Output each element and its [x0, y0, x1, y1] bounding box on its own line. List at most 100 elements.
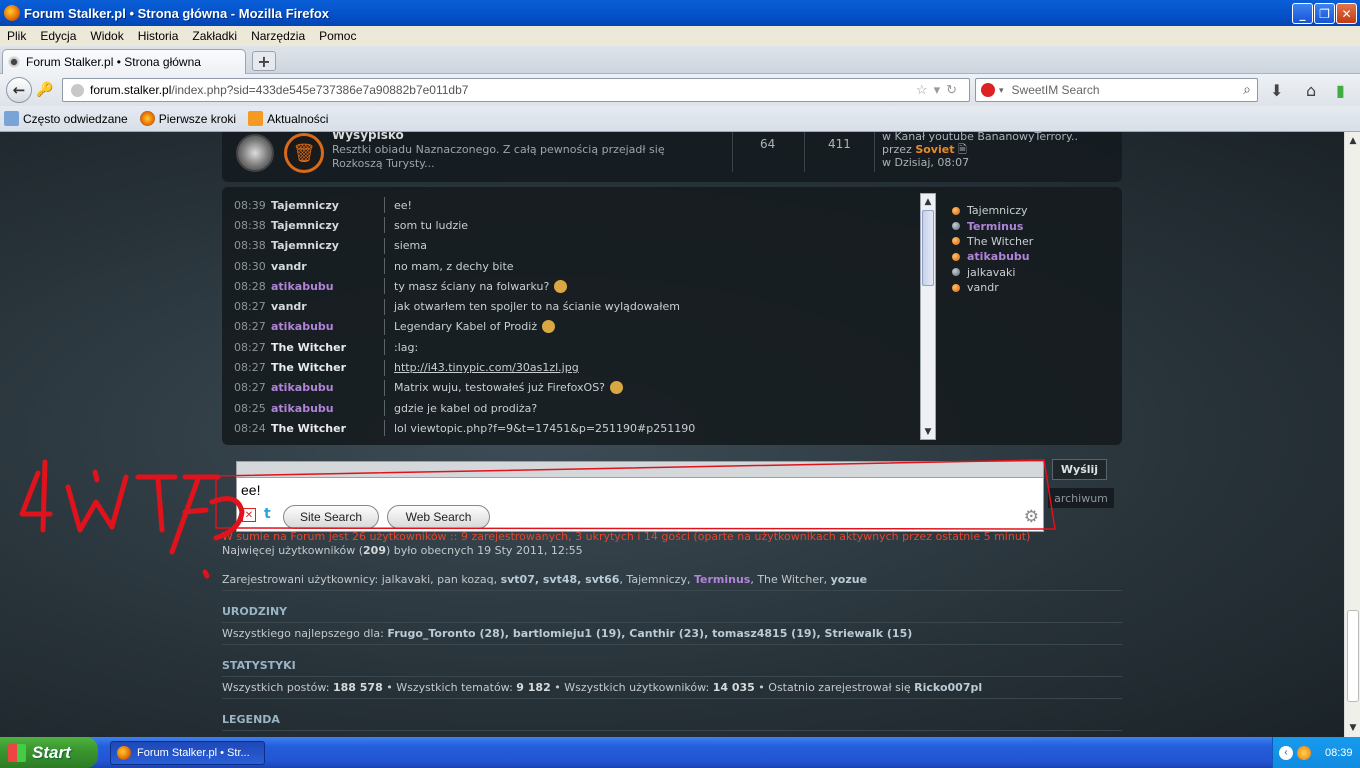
menu-item-zakladki[interactable]: Zakładki [185, 29, 244, 43]
divider [874, 132, 875, 172]
chat-username[interactable]: Tajemniczy [271, 199, 384, 212]
user-links[interactable]: svt07, svt48, svt66 [501, 573, 620, 586]
tab-forum-stalker[interactable]: Forum Stalker.pl • Strona główna [2, 49, 246, 74]
key-icon[interactable]: 🔑 [36, 82, 53, 98]
chat-username[interactable]: atikabubu [271, 320, 384, 333]
engine-dropdown-icon[interactable]: ▾ [999, 85, 1004, 96]
back-button[interactable]: ← [6, 77, 32, 103]
sweetim-engine-icon[interactable] [981, 83, 995, 97]
scroll-down-arrow-icon[interactable]: ▼ [1346, 721, 1360, 735]
chat-message: 08:24 The Witcher lol viewtopic.php?f=9&t=… [234, 418, 928, 438]
chat-time: 08:27 [234, 340, 266, 354]
send-button[interactable]: Wyślij [1052, 459, 1107, 480]
archive-link[interactable]: archiwum [1048, 488, 1114, 508]
user-link-terminus[interactable]: Terminus [694, 573, 750, 586]
popup-close-icon[interactable]: ✕ [242, 508, 256, 522]
chat-time: 08:30 [234, 259, 266, 273]
newest-user-link[interactable]: Ricko007pl [914, 681, 982, 694]
online-user[interactable]: Terminus [952, 218, 1033, 233]
gear-icon[interactable]: ⚙ [1024, 507, 1039, 527]
online-user[interactable]: atikabubu [952, 249, 1033, 264]
online-user-name: atikabubu [967, 250, 1030, 264]
last-post-topic[interactable]: w Kanał youtube BananowyTerrory.. [882, 132, 1078, 143]
status-dot-icon [952, 237, 960, 246]
chat-username[interactable]: vandr [271, 260, 384, 273]
topics-total: 9 182 [516, 681, 551, 694]
birthday-users[interactable]: Frugo_Toronto (28), bartlomieju1 (19), C… [387, 627, 912, 640]
chat-text[interactable]: http://i43.tinypic.com/30as1zl.jpg [394, 361, 579, 374]
rss-icon [248, 111, 264, 126]
bookmark-pierwsze-kroki[interactable]: Pierwsze kroki [139, 111, 236, 126]
chat-time: 08:24 [234, 421, 266, 435]
home-icon[interactable]: ⌂ [1306, 81, 1316, 100]
menu-item-narzedzia[interactable]: Narzędzia [244, 29, 312, 43]
twitter-icon[interactable]: t [264, 506, 271, 522]
menu-item-historia[interactable]: Historia [131, 29, 186, 43]
restore-button[interactable]: ❐ [1314, 3, 1335, 24]
chat-username[interactable]: Tajemniczy [271, 219, 384, 232]
divider [384, 197, 385, 214]
scroll-up-arrow-icon[interactable]: ▲ [1346, 134, 1360, 148]
page-content: 🗑 Wysypisko Resztki obiadu Naznaczonego.… [0, 132, 1344, 737]
address-bar[interactable]: forum.stalker.pl /index.php?sid=433de545… [62, 78, 970, 102]
firefox-icon [139, 111, 155, 126]
search-icon[interactable]: ⌕ [1243, 81, 1251, 98]
site-search-button[interactable]: Site Search [283, 505, 379, 529]
online-user[interactable]: vandr [952, 280, 1033, 295]
window-title: Forum Stalker.pl • Strona główna - Mozil… [24, 5, 330, 21]
chat-username[interactable]: The Witcher [271, 422, 384, 435]
online-user-name: Tajemniczy [967, 204, 1028, 218]
search-bar[interactable]: ▾ SweetIM Search ⌕ [975, 78, 1258, 102]
download-icon[interactable]: ⬇ [1270, 81, 1283, 100]
forum-name[interactable]: Wysypisko [332, 132, 404, 142]
last-post-date: w Dzisiaj, 08:07 [882, 156, 970, 169]
search-placeholder: SweetIM Search [1011, 83, 1100, 97]
chat-username[interactable]: atikabubu [271, 381, 384, 394]
minimize-button[interactable]: _ [1292, 3, 1313, 24]
annotation-stroke-w1 [19, 459, 53, 533]
online-user[interactable]: Tajemniczy [952, 203, 1033, 218]
close-button[interactable]: ✕ [1336, 3, 1357, 24]
online-user[interactable]: The Witcher [952, 234, 1033, 249]
chat-username[interactable]: The Witcher [271, 361, 384, 374]
forum-row-wysypisko: 🗑 Wysypisko Resztki obiadu Naznaczonego.… [222, 132, 1122, 182]
chat-username[interactable]: The Witcher [271, 341, 384, 354]
shoutbox-scrollbar[interactable]: ▲ ▼ [920, 193, 936, 440]
scroll-thumb[interactable] [1347, 610, 1359, 702]
chat-username[interactable]: atikabubu [271, 280, 384, 293]
bookmark-label: Często odwiedzane [23, 111, 128, 126]
bookmark-star-icon[interactable]: ☆▾↻ [916, 82, 963, 98]
chat-username[interactable]: vandr [271, 300, 384, 313]
new-tab-button[interactable]: + [252, 51, 276, 71]
bookmark-czesto-odwiedzane[interactable]: Często odwiedzane [4, 111, 128, 126]
menu-item-pomoc[interactable]: Pomoc [312, 29, 363, 43]
tray-expand-icon[interactable]: ‹ [1279, 745, 1293, 760]
taskbar-item-firefox[interactable]: Forum Stalker.pl • Str... [110, 741, 265, 765]
chat-text: siema [394, 239, 428, 253]
signal-bars-icon[interactable]: ▮ [1336, 81, 1345, 100]
scroll-thumb[interactable] [922, 210, 934, 286]
page-scrollbar[interactable]: ▲ ▼ [1344, 132, 1360, 737]
chat-text: som tu ludzie [394, 218, 469, 232]
last-post-by-label: przez [882, 143, 912, 156]
bookmarks-toolbar: Często odwiedzane Pierwsze kroki Aktualn… [0, 106, 1360, 132]
menu-item-widok[interactable]: Widok [83, 29, 130, 43]
bookmark-aktualnosci[interactable]: Aktualności [248, 111, 328, 126]
chat-username[interactable]: Tajemniczy [271, 239, 384, 252]
tab-bar: Forum Stalker.pl • Strona główna + [0, 46, 1360, 74]
online-user[interactable]: jalkavaki [952, 265, 1033, 280]
menu-item-plik[interactable]: Plik [0, 29, 33, 43]
last-post-icon[interactable]: 🗎 [958, 143, 967, 156]
start-button[interactable]: Start [0, 737, 98, 768]
divider [384, 258, 385, 275]
user-link-yozue[interactable]: yozue [831, 573, 867, 586]
scroll-down-arrow-icon[interactable]: ▼ [922, 425, 934, 438]
menu-item-edycja[interactable]: Edycja [33, 29, 83, 43]
chat-username[interactable]: atikabubu [271, 402, 384, 415]
last-post-author[interactable]: Soviet [915, 143, 954, 156]
online-user-name: vandr [967, 281, 999, 295]
tray-app-icon[interactable] [1297, 745, 1311, 760]
web-search-button[interactable]: Web Search [387, 505, 490, 529]
scroll-up-arrow-icon[interactable]: ▲ [922, 195, 934, 208]
annotation-stroke-dot [92, 469, 100, 483]
